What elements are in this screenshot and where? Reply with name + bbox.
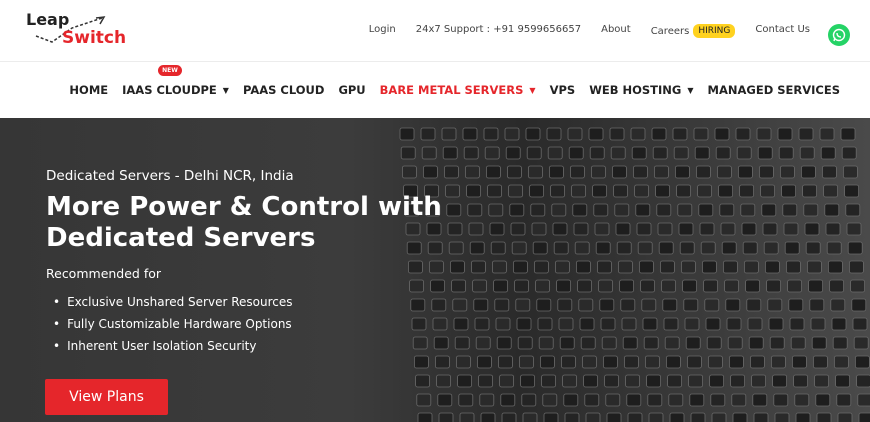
nav-label: WEB HOSTING [589,83,682,97]
hero-subtitle: Dedicated Servers - Delhi NCR, India [46,168,294,184]
nav-home[interactable]: HOME [69,83,108,97]
logo-text-switch: Switch [62,28,127,48]
recommended-label: Recommended for [46,266,162,281]
list-item: Fully Customizable Hardware Options [46,317,476,331]
careers-link[interactable]: Careers HIRING [651,24,736,38]
hiring-badge: HIRING [693,24,736,38]
nav-managed-services[interactable]: MANAGED SERVICES [708,83,840,97]
nav-paas-cloud[interactable]: PAAS CLOUD [243,83,324,97]
nav-label: VPS [549,83,576,97]
nav-label: HOME [69,83,109,97]
nav-label: PAAS CLOUD [242,83,325,97]
login-link[interactable]: Login [369,24,396,38]
logo[interactable]: Leap Switch [26,10,132,52]
about-link[interactable]: About [601,24,631,38]
nav-label: GPU [338,83,366,97]
list-item: Inherent User Isolation Security [46,339,476,353]
whatsapp-button[interactable] [828,24,850,46]
new-badge: NEW [158,65,182,76]
top-links: Login 24x7 Support : +91 9599656657 Abou… [349,24,810,38]
hero-banner: Dedicated Servers - Delhi NCR, India Mor… [0,118,870,422]
list-item: Exclusive Unshared Server Resources [46,295,476,309]
view-plans-button[interactable]: View Plans [45,379,168,415]
nav-gpu[interactable]: GPU [338,83,365,97]
nav-vps[interactable]: VPS [550,83,576,97]
hero-title: More Power & Control with Dedicated Serv… [46,192,442,253]
whatsapp-icon [832,28,846,42]
nav-bare-metal-servers[interactable]: BARE METAL SERVERS ▼ [380,83,536,97]
nav-iaas-cloudpe[interactable]: NEW IAAS CLOUDPE ▼ [122,65,229,97]
feature-list: Exclusive Unshared Server Resources Full… [46,295,476,353]
nav-web-hosting[interactable]: WEB HOSTING ▼ [589,83,693,97]
chevron-down-icon: ▼ [529,85,536,95]
nav-label: IAAS CLOUDPE [122,83,217,97]
top-header: Leap Switch Login 24x7 Support : +91 959… [0,0,870,62]
hero-content: Dedicated Servers - Delhi NCR, India Mor… [46,168,476,361]
contact-us-link[interactable]: Contact Us [755,24,810,38]
chevron-down-icon: ▼ [687,85,694,95]
nav-label: MANAGED SERVICES [707,83,840,97]
main-nav: HOME NEW IAAS CLOUDPE ▼ PAAS CLOUD GPU B… [0,62,870,118]
nav-label: BARE METAL SERVERS [379,83,524,97]
chevron-down-icon: ▼ [222,85,229,95]
support-phone-link[interactable]: 24x7 Support : +91 9599656657 [416,24,581,38]
careers-label: Careers [650,25,690,37]
